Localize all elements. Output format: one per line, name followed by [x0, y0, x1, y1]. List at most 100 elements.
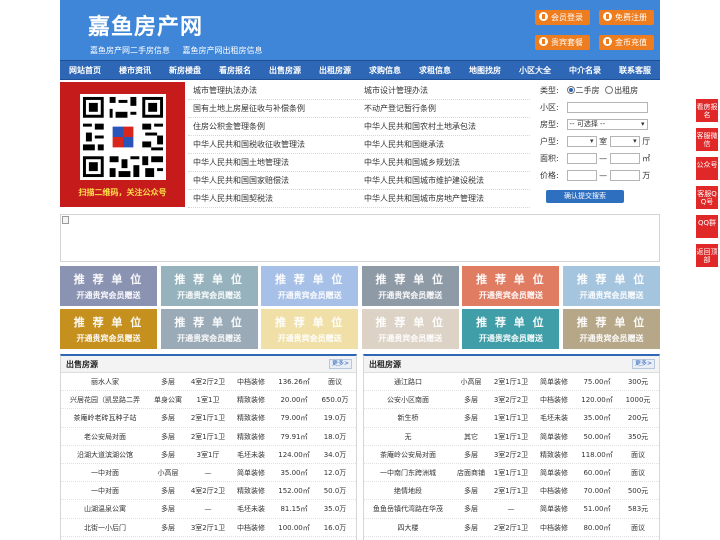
table-row[interactable]: 丽水人家 多层 4室2厅2卫 中档装修 136.26㎡ 面议 [61, 373, 356, 392]
table-row[interactable]: 无 其它 1室1厅1卫 简单装修 50.00㎡ 350元 [364, 428, 659, 446]
table-row[interactable]: 茶庵岭公安局对面 多层 3室2厅2卫 精致装修 118.00㎡ 面议 [364, 446, 659, 464]
recommend-tile[interactable]: 推 荐 单 位开通贵宾会员赠送 [160, 309, 258, 349]
policy-link[interactable]: 城市管理执法办法 [188, 82, 359, 99]
nav-home[interactable]: 网站首页 [60, 61, 110, 79]
policy-link[interactable]: 国有土地上房屋征收与补偿条例 [188, 100, 359, 117]
nav-new-homes[interactable]: 新房楼盘 [160, 61, 210, 79]
policy-link[interactable]: 城市设计管理办法 [359, 82, 530, 99]
subtitle-second-hand[interactable]: 嘉鱼房产网二手房信息 [90, 46, 170, 55]
table-row[interactable]: 一中南门东跨洲城 店面商铺 1室1厅1卫 简单装修 60.00㎡ 面议 [364, 464, 659, 483]
table-cell[interactable]: 北街一小后门 [61, 519, 149, 536]
table-row[interactable]: 山湖温泉公寓 多层 — 毛坯未装 81.15㎡ 35.0万 [61, 500, 356, 519]
policy-link[interactable]: 中华人民共和国农村土地承包法 [359, 118, 530, 135]
nav-news[interactable]: 楼市资讯 [110, 61, 160, 79]
radio-rental[interactable] [605, 86, 614, 94]
side-viewing-signup[interactable]: 看房报名 [696, 99, 718, 122]
policy-link[interactable]: 中华人民共和国继承法 [359, 136, 530, 153]
policy-link[interactable]: 中华人民共和国税收征收管理法 [188, 136, 359, 153]
side-service-wechat[interactable]: 客服微信 [696, 128, 718, 151]
table-row[interactable]: 沿湖大道滨湖公馆 多层 3室1厅 毛坯未装 124.00㎡ 34.0万 [61, 446, 356, 464]
side-back-to-top[interactable]: 返回顶部 [696, 244, 718, 267]
policy-link[interactable]: 中华人民共和国国家赔偿法 [188, 172, 359, 189]
table-row[interactable]: 北街一小后门 多层 3室2厅1卫 中档装修 100.00㎡ 16.0万 [61, 519, 356, 537]
table-row[interactable]: 四大楼 多层 2室2厅1卫 中档装修 80.00㎡ 面议 [364, 519, 659, 537]
table-cell[interactable]: 丽水人家 [61, 373, 149, 390]
recommend-tile[interactable]: 推 荐 单 位开通贵宾会员赠送 [261, 266, 359, 306]
recommend-tile[interactable]: 推 荐 单 位开通贵宾会员赠送 [60, 266, 157, 306]
nav-agents[interactable]: 中介名录 [560, 61, 610, 79]
nav-for-sale[interactable]: 出售房源 [260, 61, 310, 79]
area-min-input[interactable] [566, 153, 597, 164]
table-cell[interactable]: 通江路口 [364, 373, 452, 390]
search-submit-button[interactable]: 确认提交搜索 [546, 190, 624, 203]
radio-rental-label[interactable]: 出租房 [614, 86, 638, 95]
table-cell[interactable]: 一中对面 [61, 482, 149, 499]
nav-map-search[interactable]: 地图找房 [460, 61, 510, 79]
site-logo[interactable]: 嘉鱼房产网 [88, 9, 203, 41]
table-cell[interactable]: 老公安局对面 [61, 428, 149, 445]
table-row[interactable]: 老公安局对面 多层 2室1厅1卫 精致装修 79.91㎡ 18.0万 [61, 428, 356, 446]
radio-second-hand[interactable] [566, 86, 575, 94]
table-cell[interactable]: 无 [364, 428, 452, 445]
recommend-tile[interactable]: 推 荐 单 位开通贵宾会员赠送 [462, 266, 560, 306]
table-cell[interactable]: 新生桥 [364, 409, 452, 426]
rent-more-link[interactable]: 更多> [631, 359, 655, 369]
recommend-tile[interactable]: 推 荐 单 位开通贵宾会员赠送 [562, 309, 660, 349]
member-login-button[interactable]: 会员登录 [535, 10, 590, 25]
recommend-tile[interactable]: 推 荐 单 位开通贵宾会员赠送 [562, 266, 660, 306]
nav-for-rent[interactable]: 出租房源 [310, 61, 360, 79]
room-select[interactable] [566, 136, 597, 147]
subtitle-rental[interactable]: 嘉鱼房产网出租房信息 [183, 46, 263, 55]
recommend-tile[interactable]: 推 荐 单 位开通贵宾会员赠送 [60, 309, 157, 349]
ad-banner[interactable] [60, 214, 660, 262]
table-cell[interactable]: 一中南门东跨洲城 [364, 464, 452, 481]
table-row[interactable]: 新生桥 多层 1室1厅1卫 毛坯未装 35.00㎡ 200元 [364, 409, 659, 428]
side-qq-group[interactable]: QQ群 [696, 215, 718, 238]
table-cell[interactable]: 公安小区南面 [364, 391, 452, 408]
policy-link[interactable]: 中华人民共和国城市维护建设税法 [359, 172, 530, 189]
recommend-tile[interactable]: 推 荐 单 位开通贵宾会员赠送 [361, 266, 459, 306]
table-cell[interactable]: 兴居花园（凯昱路二弄 [61, 391, 149, 408]
free-register-button[interactable]: 免费注册 [599, 10, 654, 25]
table-cell[interactable]: 山湖温泉公寓 [61, 500, 149, 517]
table-cell[interactable]: 茶庵岭公安局对面 [364, 446, 452, 463]
nav-contact[interactable]: 联系客服 [610, 61, 660, 79]
nav-communities[interactable]: 小区大全 [510, 61, 560, 79]
vip-package-button[interactable]: 贵宾套餐 [535, 35, 590, 50]
policy-link[interactable]: 中华人民共和国城乡规划法 [359, 154, 530, 171]
policy-link[interactable]: 中华人民共和国契税法 [188, 190, 359, 207]
policy-link[interactable]: 不动产登记暂行条例 [359, 100, 530, 117]
price-max-input[interactable] [609, 170, 640, 181]
table-row[interactable]: 一中对面 小高层 — 简单装修 35.00㎡ 12.0万 [61, 464, 356, 483]
nav-wanted-rent[interactable]: 求租信息 [410, 61, 460, 79]
price-min-input[interactable] [566, 170, 597, 181]
policy-link[interactable]: 中华人民共和国城市房地产管理法 [359, 190, 530, 207]
side-service-qq[interactable]: 客服QQ号 [696, 186, 718, 209]
policy-link[interactable]: 中华人民共和国土地管理法 [188, 154, 359, 171]
recommend-tile[interactable]: 推 荐 单 位开通贵宾会员赠送 [462, 309, 560, 349]
table-row[interactable]: 公安小区南面 多层 3室2厅2卫 中档装修 120.00㎡ 1000元 [364, 391, 659, 410]
area-max-input[interactable] [609, 153, 640, 164]
coin-recharge-button[interactable]: 金币充值 [599, 35, 654, 50]
table-row[interactable]: 茶庵岭老砖瓦种子站 多层 2室1厅1卫 精致装修 79.00㎡ 19.0万 [61, 409, 356, 428]
sale-more-link[interactable]: 更多> [328, 359, 352, 369]
nav-wanted-buy[interactable]: 求购信息 [360, 61, 410, 79]
table-cell[interactable]: 一中对面 [61, 464, 149, 481]
table-cell[interactable]: 鱼鱼岳镇代湾路在华茂 [364, 500, 452, 517]
side-official-account[interactable]: 公众号 [696, 157, 718, 180]
recommend-tile[interactable]: 推 荐 单 位开通贵宾会员赠送 [261, 309, 359, 349]
table-row[interactable]: 通江路口 小高层 2室1厅1卫 简单装修 75.00㎡ 300元 [364, 373, 659, 392]
table-row[interactable]: 兴居花园（凯昱路二弄 单身公寓 1室1卫 精致装修 20.00㎡ 650.0万 [61, 391, 356, 410]
recommend-tile[interactable]: 推 荐 单 位开通贵宾会员赠送 [361, 309, 459, 349]
nav-viewing-signup[interactable]: 看房报名 [210, 61, 260, 79]
table-cell[interactable]: 沿湖大道滨湖公馆 [61, 446, 149, 463]
recommend-tile[interactable]: 推 荐 单 位开通贵宾会员赠送 [160, 266, 258, 306]
table-cell[interactable]: 四大楼 [364, 519, 452, 536]
policy-link[interactable]: 住房公积金管理条例 [188, 118, 359, 135]
house-type-select[interactable]: -- 可选择 -- [566, 119, 648, 130]
table-row[interactable]: 一中对面 多层 4室2厅2卫 精致装修 152.00㎡ 50.0万 [61, 482, 356, 501]
radio-second-hand-label[interactable]: 二手房 [576, 86, 600, 95]
table-row[interactable]: 鱼鱼岳镇代湾路在华茂 多层 — 简单装修 51.00㎡ 583元 [364, 500, 659, 519]
community-input[interactable] [566, 102, 648, 113]
table-row[interactable]: 绝情地段 多层 2室1厅1卫 中档装修 70.00㎡ 500元 [364, 482, 659, 501]
